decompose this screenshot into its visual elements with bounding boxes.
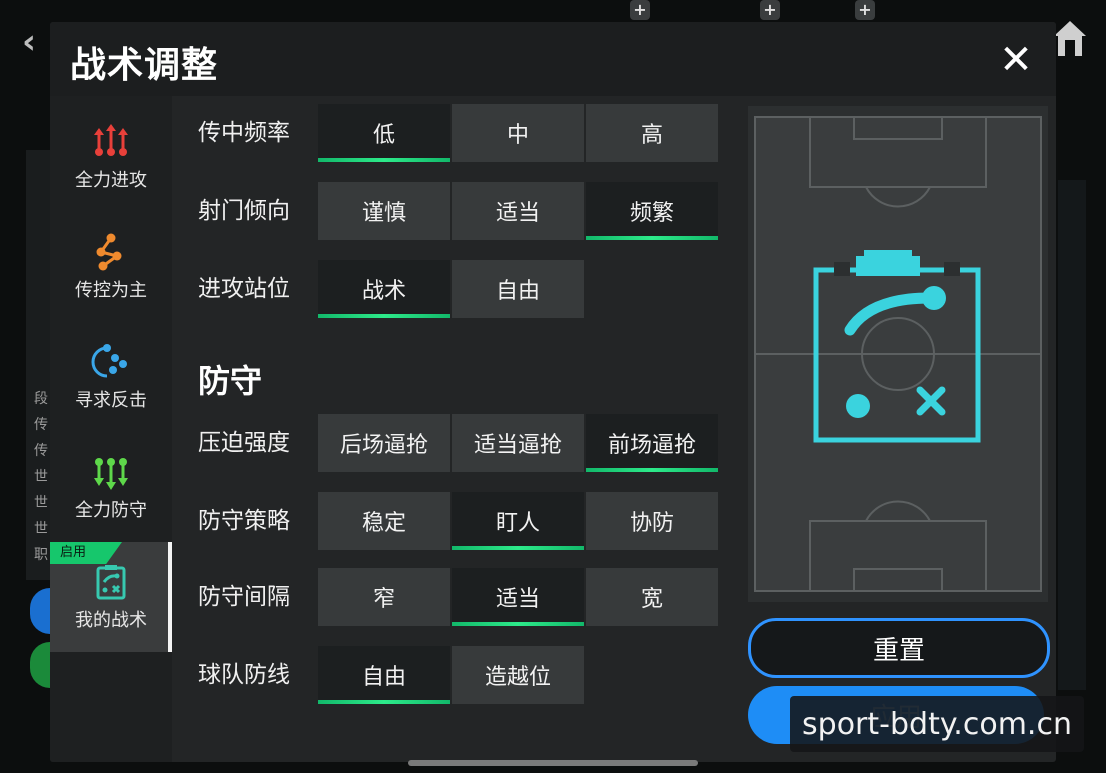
option-row-label: 防守间隔 [198,584,290,610]
background-right-panel [1058,180,1086,690]
tactics-modal: 战术调整 ✕ 全力进攻 传控为主 寻求反击 全力防守 启用 我的战术 防守 重置… [50,22,1056,762]
option-button[interactable]: 适当 [452,568,584,626]
option-button[interactable]: 协防 [586,492,718,550]
all-out-defense-icon [94,458,128,490]
option-button[interactable]: 适当 [452,182,584,240]
option-button[interactable]: 低 [318,104,450,162]
option-button[interactable]: 中 [452,104,584,162]
enabled-badge: 启用 [50,542,122,564]
sidebar-item-possession[interactable]: 传控为主 [50,212,172,322]
plus-icon[interactable]: + [630,0,650,20]
sidebar-item-label: 我的战术 [75,610,147,631]
counter-attack-icon [91,344,127,378]
option-row-label: 射门倾向 [198,198,290,224]
option-button[interactable]: 谨慎 [318,182,450,240]
close-icon[interactable]: ✕ [996,37,1036,83]
option-button[interactable]: 宽 [586,568,718,626]
home-icon[interactable] [1052,18,1088,58]
home-indicator [408,760,698,766]
option-row-label: 防守策略 [198,508,290,534]
sidebar-item-all-out-attack[interactable]: 全力进攻 [50,102,172,212]
sidebar-item-label: 寻求反击 [75,390,147,411]
option-row-label: 压迫强度 [198,430,290,456]
option-button[interactable]: 战术 [318,260,450,318]
sidebar-item-all-out-defense[interactable]: 全力防守 [50,432,172,542]
sidebar-item-my-tactics[interactable]: 启用 我的战术 [50,542,172,652]
modal-header: 战术调整 ✕ [50,22,1056,96]
option-button[interactable]: 自由 [318,646,450,704]
option-button[interactable]: 窄 [318,568,450,626]
plus-icon[interactable]: + [855,0,875,20]
option-row-label: 传中频率 [198,120,290,146]
option-button[interactable]: 后场逼抢 [318,414,450,472]
plus-icon[interactable]: + [760,0,780,20]
watermark: sport-bdty.com.cn [790,696,1084,752]
option-button[interactable]: 自由 [452,260,584,318]
tactic-preset-sidebar: 全力进攻 传控为主 寻求反击 全力防守 启用 我的战术 [50,96,172,762]
option-button[interactable]: 造越位 [452,646,584,704]
reset-button[interactable]: 重置 [748,618,1050,678]
option-button[interactable]: 频繁 [586,182,718,240]
option-button[interactable]: 稳定 [318,492,450,550]
option-row-label: 进攻站位 [198,276,290,302]
my-tactics-icon [96,565,126,600]
all-out-attack-icon [94,124,128,156]
sidebar-item-label: 全力防守 [75,500,147,521]
possession-icon [96,233,122,271]
sidebar-item-label: 全力进攻 [75,170,147,191]
option-row-label: 球队防线 [198,662,290,688]
pitch-preview [748,106,1048,602]
option-button[interactable]: 高 [586,104,718,162]
modal-title: 战术调整 [70,45,219,86]
sidebar-item-label: 传控为主 [75,280,147,301]
back-arrow-icon[interactable]: ‹ [22,22,36,62]
pitch-diagram [754,116,1042,592]
option-button[interactable]: 适当逼抢 [452,414,584,472]
option-button[interactable]: 前场逼抢 [586,414,718,472]
sidebar-item-counter-attack[interactable]: 寻求反击 [50,322,172,432]
option-button[interactable]: 盯人 [452,492,584,550]
defense-section-title: 防守 [198,362,263,400]
